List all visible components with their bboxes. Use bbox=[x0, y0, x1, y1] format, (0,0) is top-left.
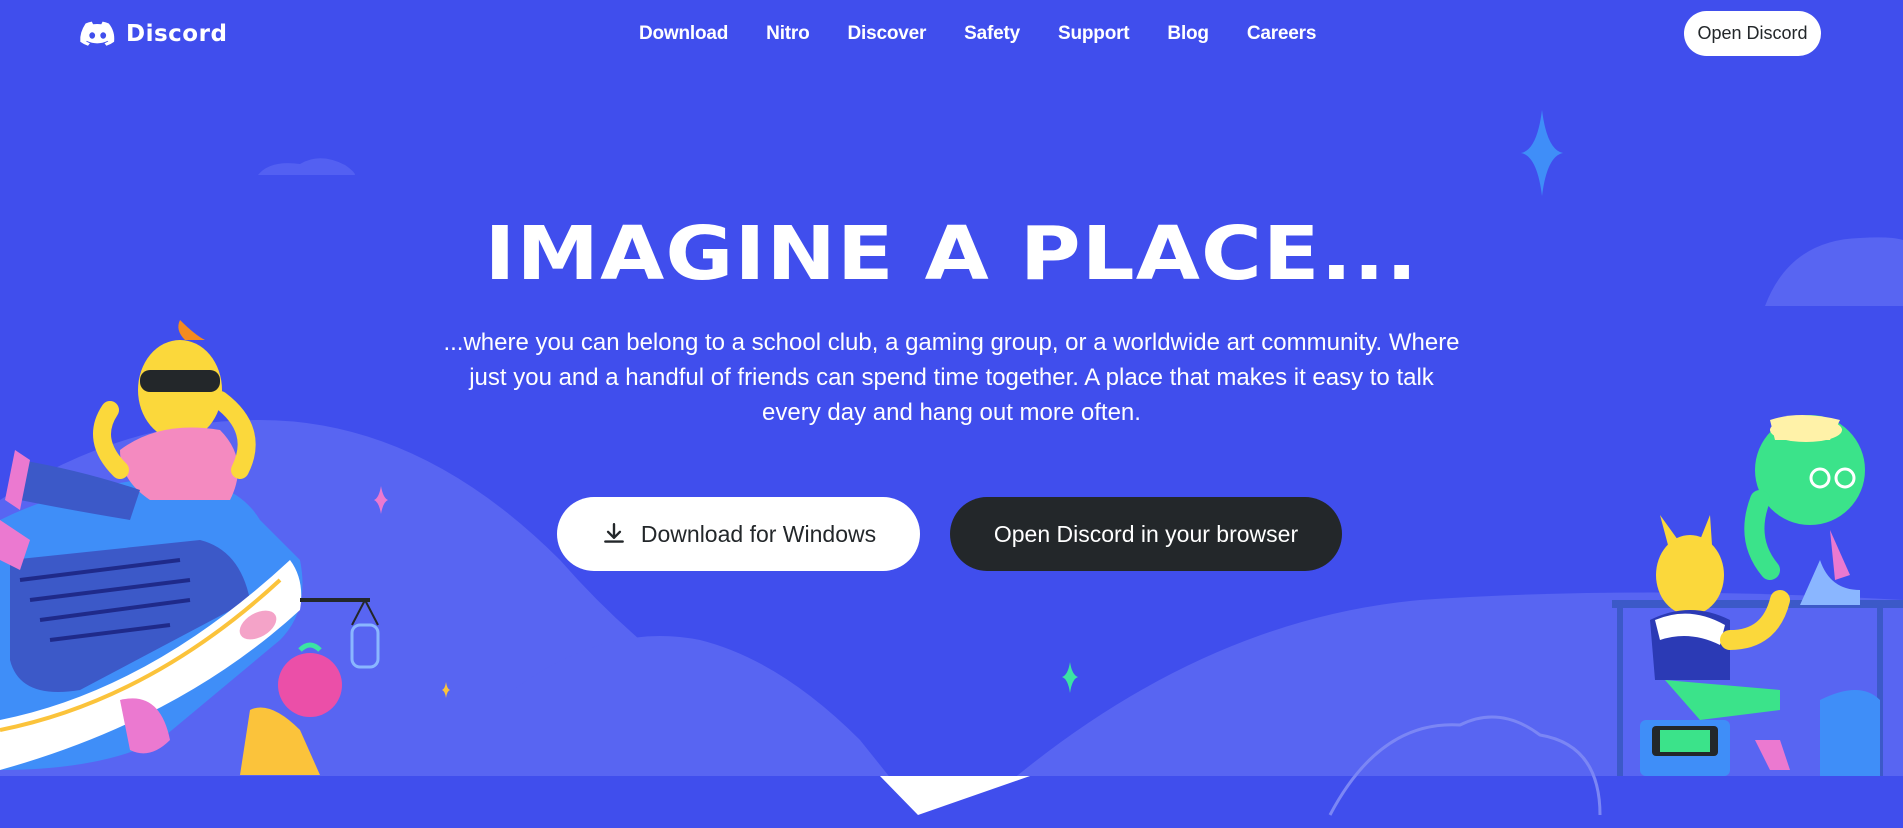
top-navigation: Discord Download Nitro Discover Safety S… bbox=[0, 0, 1903, 70]
nav-link-safety[interactable]: Safety bbox=[945, 20, 1039, 48]
sparkle-large bbox=[1521, 110, 1563, 196]
cloud-left bbox=[258, 158, 355, 175]
hero-description: ...where you can belong to a school club… bbox=[443, 329, 1460, 426]
sparkle-green bbox=[1062, 662, 1078, 693]
nav-link-download[interactable]: Download bbox=[620, 20, 747, 48]
open-in-browser-button[interactable]: Open Discord in your browser bbox=[950, 497, 1342, 571]
open-discord-button[interactable]: Open Discord bbox=[1684, 11, 1821, 56]
nav-link-discover[interactable]: Discover bbox=[829, 20, 946, 48]
nav-link-nitro[interactable]: Nitro bbox=[747, 20, 828, 48]
download-button-label: Download for Windows bbox=[640, 520, 877, 547]
download-icon bbox=[604, 523, 624, 543]
brand-name: Discord bbox=[126, 21, 228, 47]
nav-link-blog[interactable]: Blog bbox=[1148, 20, 1227, 48]
discord-logo-icon bbox=[80, 21, 115, 46]
discord-logo-link[interactable]: Discord bbox=[78, 16, 227, 52]
nav-links: Download Nitro Discover Safety Support B… bbox=[620, 20, 1335, 48]
download-for-windows-button[interactable]: Download for Windows bbox=[557, 497, 920, 571]
nav-link-careers[interactable]: Careers bbox=[1228, 20, 1335, 48]
hero-title: IMAGINE A PLACE... bbox=[484, 211, 1419, 297]
nav-link-support[interactable]: Support bbox=[1039, 20, 1148, 48]
